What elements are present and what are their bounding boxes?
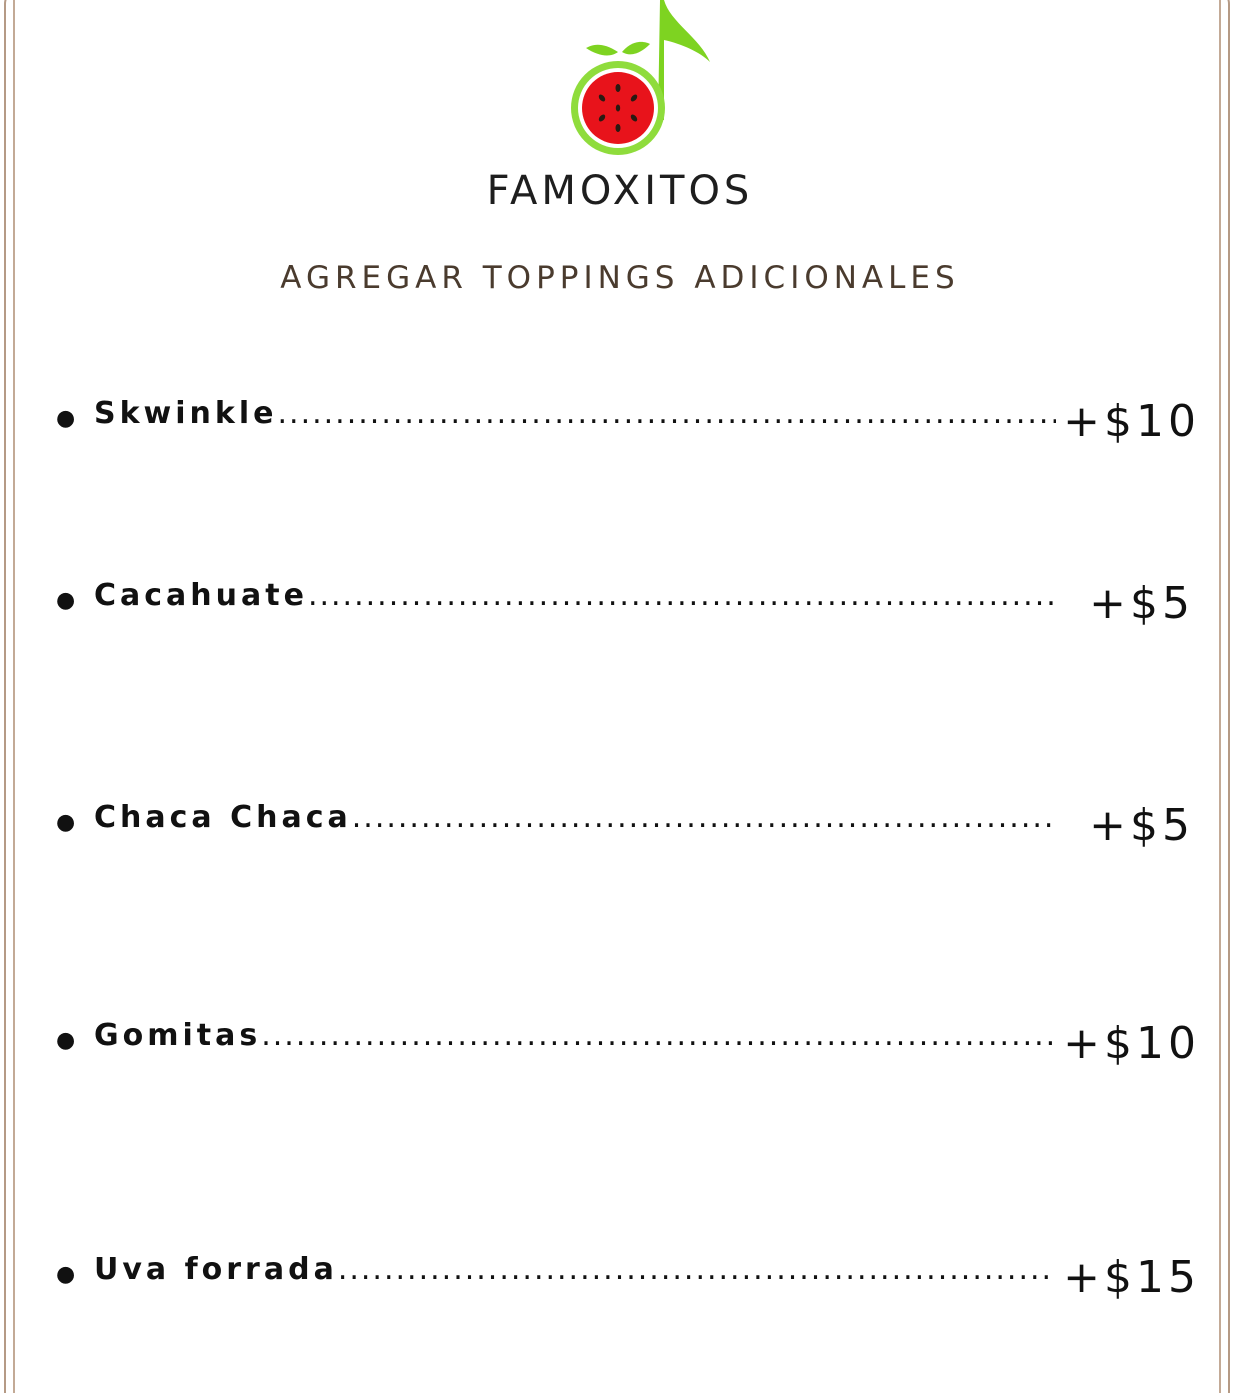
menu-page: FAMOXITOS AGREGAR TOPPINGS ADICIONALES ●…: [0, 0, 1240, 1393]
dot-leader: ........................................…: [307, 578, 1056, 613]
menu-item-name: Cacahuate: [94, 578, 308, 613]
menu-item-price: +$10: [1063, 396, 1200, 447]
menu-item: ● Chaca Chaca...........................…: [56, 800, 1206, 860]
dot-leader: ........................................…: [351, 800, 1056, 835]
menu-item-line: Uva forrada.............................…: [94, 1252, 1056, 1287]
menu-item-line: Chaca Chaca.............................…: [94, 800, 1056, 835]
bullet-dot-icon: ●: [56, 406, 76, 431]
menu-item: ● Gomitas...............................…: [56, 1018, 1206, 1078]
menu-item-price: +$10: [1063, 1018, 1200, 1069]
menu-item-price: +$15: [1063, 1252, 1200, 1303]
bullet-dot-icon: ●: [56, 810, 76, 835]
menu-title: AGREGAR TOPPINGS ADICIONALES: [280, 260, 960, 296]
menu-item-name: Chaca Chaca: [94, 800, 352, 835]
dot-leader: ........................................…: [337, 1252, 1056, 1287]
bullet-dot-icon: ●: [56, 588, 76, 613]
brand-name: FAMOXITOS: [486, 168, 754, 214]
watermelon-music-note-logo-icon: [571, 0, 710, 155]
menu-item-line: Gomitas.................................…: [94, 1018, 1056, 1053]
menu-item-line: Cacahuate...............................…: [94, 578, 1056, 613]
menu-item: ● Cacahuate.............................…: [56, 578, 1206, 638]
menu-item-name: Gomitas: [94, 1018, 262, 1053]
menu-item-name: Uva forrada: [94, 1252, 338, 1287]
bullet-dot-icon: ●: [56, 1262, 76, 1287]
dot-leader: ........................................…: [261, 1018, 1056, 1053]
menu-item-name: Skwinkle: [94, 396, 278, 431]
menu-item-line: Skwinkle................................…: [94, 396, 1056, 431]
bullet-dot-icon: ●: [56, 1028, 76, 1053]
dot-leader: ........................................…: [277, 396, 1057, 431]
menu-item: ● Uva forrada...........................…: [56, 1252, 1206, 1312]
menu-item: ● Skwinkle..............................…: [56, 396, 1206, 456]
menu-item-price: +$5: [1089, 578, 1194, 629]
menu-item-price: +$5: [1089, 800, 1194, 851]
